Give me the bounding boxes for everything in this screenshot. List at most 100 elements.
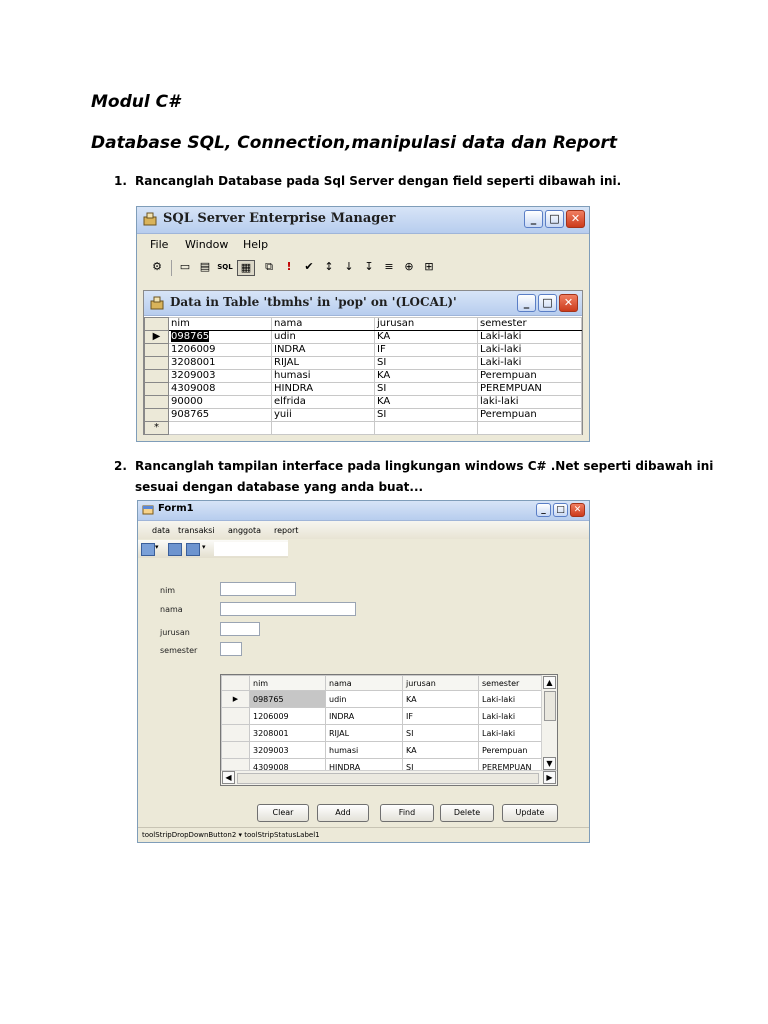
table-row[interactable]: 4309008 HINDRA SI PEREMPUAN [144,382,582,396]
menu-file[interactable]: File [150,238,168,251]
scroll-down-icon[interactable]: ▼ [543,757,556,770]
scroll-right-icon[interactable]: ▶ [543,771,556,784]
table-data-titlebar[interactable]: Data in Table 'tbmhs' in 'pop' on '(LOCA… [144,291,582,316]
close-button[interactable]: ✕ [570,503,585,517]
scroll-left-icon[interactable]: ◀ [222,771,235,784]
cell-semester[interactable]: PEREMPUAN [477,382,582,396]
column-header[interactable]: semester [477,317,582,331]
show-diagram-pane-icon[interactable]: ▭ [177,260,193,274]
maximize-button[interactable]: □ [553,503,568,517]
image-button-icon[interactable] [168,543,182,556]
verify-sql-icon[interactable]: ✔ [301,260,317,274]
column-header[interactable]: nim [168,317,272,331]
nim-field[interactable] [220,582,296,596]
column-header[interactable]: nim [249,675,326,691]
cell-nim[interactable]: 4309008 [168,382,272,396]
cell-semester[interactable]: Laki-laki [478,690,544,708]
properties-icon[interactable]: ⚙ [149,260,165,274]
change-query-type-icon[interactable]: ⧉ [261,260,277,274]
group-by-icon[interactable]: ≡ [381,260,397,274]
cell-nim[interactable]: 098765 [168,330,272,344]
cell-nim[interactable]: 1206009 [249,707,326,725]
row-selector[interactable] [144,369,169,383]
image-dropdown-icon[interactable] [141,543,155,556]
table-row[interactable]: 1206009 INDRA IF Laki-laki [144,343,582,357]
row-header[interactable] [221,724,250,742]
cell-jurusan[interactable]: KA [374,395,478,409]
column-header[interactable]: semester [478,675,544,691]
cell-nim[interactable]: 3208001 [168,356,272,370]
cell-nama[interactable]: humasi [325,741,403,759]
cell-jurusan[interactable]: SI [374,382,478,396]
table-row[interactable]: 3209003 humasi KA Perempuan [221,741,544,759]
cell-semester[interactable]: Perempuan [477,408,582,422]
scroll-up-icon[interactable]: ▲ [543,676,556,689]
close-button[interactable]: ✕ [559,294,578,312]
chevron-down-icon[interactable]: ▾ [202,543,206,551]
cell-jurusan[interactable]: KA [402,741,479,759]
cell-nim[interactable]: 098765 [249,690,326,708]
cell-jurusan[interactable]: SI [374,408,478,422]
menu-help[interactable]: Help [243,238,268,251]
cell-jurusan[interactable] [374,421,478,435]
column-header[interactable]: nama [325,675,403,691]
cell-nim[interactable]: 908765 [168,408,272,422]
cell-semester[interactable]: Laki-laki [477,343,582,357]
toolstrip-textbox[interactable] [214,542,288,556]
jurusan-field[interactable] [220,622,260,636]
image-button-icon[interactable] [186,543,200,556]
cell-jurusan[interactable]: IF [402,707,479,725]
chevron-down-icon[interactable]: ▾ [155,543,159,551]
cell-nama[interactable]: elfrida [271,395,375,409]
menu-transaksi[interactable]: transaksi [178,526,215,535]
minimize-button[interactable]: _ [524,210,543,228]
add-button[interactable]: Add [317,804,369,822]
show-grid-pane-icon[interactable]: ▤ [197,260,213,274]
show-results-pane-icon[interactable]: ▦ [237,260,255,276]
table-row[interactable]: 90000 elfrida KA laki-laki [144,395,582,409]
table-row[interactable]: 908765 yuii SI Perempuan [144,408,582,422]
find-button[interactable]: Find [380,804,434,822]
cell-semester[interactable]: laki-laki [477,395,582,409]
minimize-button[interactable]: _ [517,294,536,312]
cell-jurusan[interactable]: SI [374,356,478,370]
row-selector[interactable] [144,382,169,396]
vertical-scrollbar[interactable]: ▲ ▼ [541,675,557,771]
cell-jurusan[interactable]: KA [402,690,479,708]
cell-nama[interactable]: RIJAL [271,356,375,370]
row-header[interactable] [221,707,250,725]
menu-anggota[interactable]: anggota [228,526,261,535]
cell-nama[interactable]: udin [325,690,403,708]
cell-nama[interactable]: HINDRA [271,382,375,396]
row-header[interactable] [221,741,250,759]
menu-report[interactable]: report [274,526,298,535]
cell-semester[interactable]: Perempuan [477,369,582,383]
nama-field[interactable] [220,602,356,616]
enterprise-manager-titlebar[interactable]: SQL Server Enterprise Manager _ □ ✕ [137,207,589,234]
cell-nama[interactable]: RIJAL [325,724,403,742]
horizontal-scroll-thumb[interactable] [237,773,539,784]
cell-nim[interactable]: 90000 [168,395,272,409]
cell-nama[interactable]: yuii [271,408,375,422]
table-row[interactable]: 3209003 humasi KA Perempuan [144,369,582,383]
cell-semester[interactable] [477,421,582,435]
cell-semester[interactable]: Laki-laki [478,707,544,725]
clear-button[interactable]: Clear [257,804,309,822]
remove-filter-icon[interactable]: ↧ [361,260,377,274]
cell-nama[interactable]: humasi [271,369,375,383]
column-header[interactable]: jurusan [402,675,479,691]
row-selector[interactable] [144,356,169,370]
menu-window[interactable]: Window [185,238,228,251]
new-row[interactable]: * [144,421,582,435]
close-button[interactable]: ✕ [566,210,585,228]
column-header[interactable]: jurusan [374,317,478,331]
row-selector[interactable] [144,395,169,409]
table-row[interactable]: 1206009 INDRA IF Laki-laki [221,707,544,725]
cell-jurusan[interactable]: IF [374,343,478,357]
form1-titlebar[interactable]: Form1 _ □ ✕ [138,501,589,521]
run-icon[interactable]: ! [281,260,297,274]
cell-nama[interactable]: INDRA [271,343,375,357]
cell-nim[interactable]: 3208001 [249,724,326,742]
sort-ascending-icon[interactable]: ↕ [321,260,337,274]
minimize-button[interactable]: _ [536,503,551,517]
